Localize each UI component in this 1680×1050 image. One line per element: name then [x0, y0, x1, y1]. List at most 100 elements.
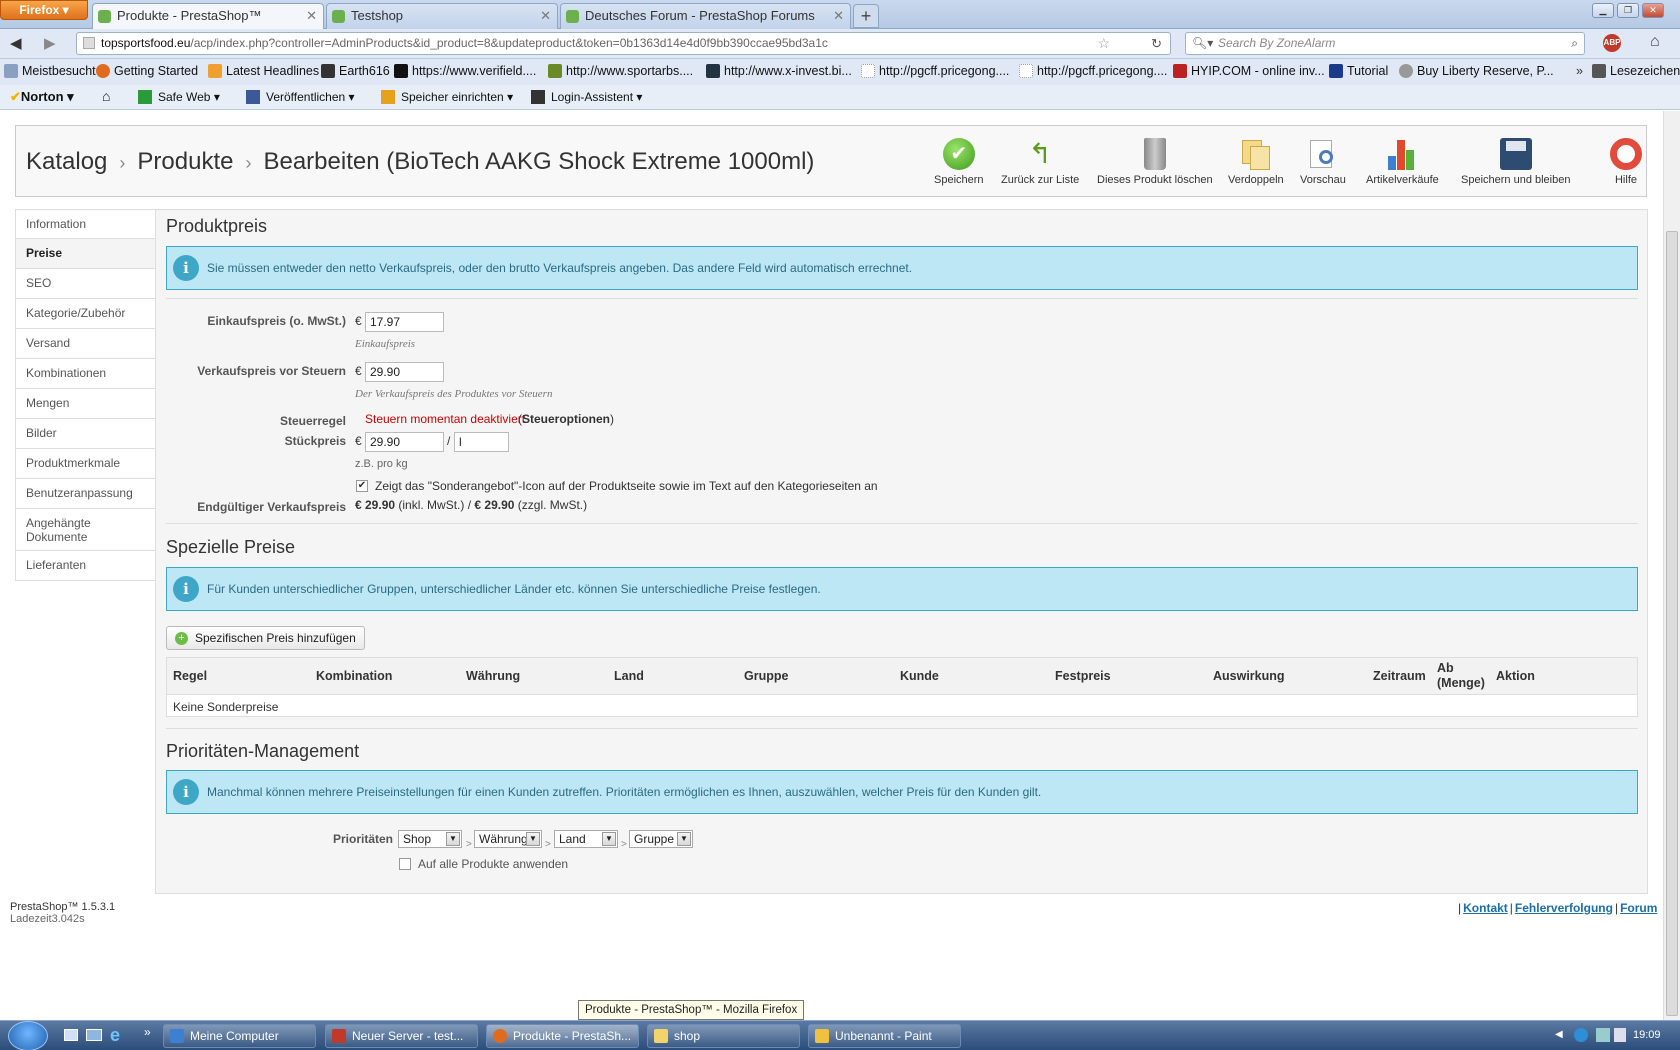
taskbar-item[interactable]: Meine Computer — [163, 1024, 316, 1048]
priority-select-4[interactable]: Gruppe ▼ — [629, 830, 693, 848]
reload-icon[interactable]: ↻ — [1151, 33, 1162, 54]
maximize-icon[interactable]: ❐ — [1617, 3, 1639, 18]
sales-stats-button[interactable]: Artikelverkäufe — [1366, 138, 1439, 186]
unit-input[interactable]: l — [454, 432, 509, 452]
forum-link[interactable]: Forum — [1620, 901, 1657, 915]
storage-menu[interactable]: Speicher einrichten ▾ — [381, 90, 513, 104]
nav-combinations[interactable]: Kombinationen — [15, 359, 156, 389]
home-icon[interactable]: ⌂ — [1650, 33, 1660, 51]
computer-icon[interactable] — [86, 1029, 102, 1041]
site-identity-icon[interactable] — [83, 37, 95, 49]
bookmark-item[interactable]: http://www.x-invest.bi... — [706, 64, 852, 78]
bookmark-item[interactable]: http://pgcff.pricegong.... — [1019, 64, 1167, 78]
bookmark-star-icon[interactable]: ☆ — [1097, 33, 1110, 54]
save-button[interactable]: ✔ Speichern — [934, 138, 984, 186]
search-input[interactable]: 🔍︎▾ Search By ZoneAlarm ⌕ — [1185, 32, 1585, 55]
tab-prestashop[interactable]: Produkte - PrestaShop™ ✕ — [92, 3, 324, 29]
adblock-icon[interactable]: ABP — [1603, 34, 1621, 52]
login-assistant-menu[interactable]: Login-Assistent ▾ — [531, 90, 642, 104]
add-specific-price-button[interactable]: + Spezifischen Preis hinzufügen — [166, 626, 365, 650]
contact-link[interactable]: Kontakt — [1463, 901, 1508, 915]
unit-price-input[interactable]: 29.90 — [365, 432, 444, 452]
bookmark-item[interactable]: Tutorial — [1329, 64, 1388, 78]
nav-suppliers[interactable]: Lieferanten — [15, 551, 156, 581]
delete-product-button[interactable]: Dieses Produkt löschen — [1097, 138, 1213, 186]
bookmark-item[interactable]: http://pgcff.pricegong.... — [861, 64, 1009, 78]
publish-menu[interactable]: Veröffentlichen ▾ — [246, 90, 355, 104]
nav-attachments[interactable]: Angehängte Dokumente — [15, 509, 156, 551]
url-bar[interactable]: topsportsfood.eu/acp/index.php?controlle… — [76, 32, 1171, 55]
help-button[interactable]: Hilfe — [1610, 138, 1642, 186]
forward-icon[interactable]: ▶ — [44, 34, 56, 52]
duplicate-button[interactable]: Verdoppeln — [1228, 138, 1284, 186]
taskbar-item[interactable]: Produkte - PrestaSh... — [486, 1024, 639, 1048]
nav-quantities[interactable]: Mengen — [15, 389, 156, 419]
nav-images[interactable]: Bilder — [15, 419, 156, 449]
tab-forum[interactable]: Deutsches Forum - PrestaShop Forums ✕ — [560, 3, 851, 29]
priority-select-1[interactable]: Shop ▼ — [398, 830, 462, 848]
close-tab-icon[interactable]: ✕ — [833, 4, 844, 28]
nav-prices[interactable]: Preise — [15, 239, 156, 269]
search-icon[interactable]: ⌕ — [1571, 33, 1578, 54]
taskbar-item[interactable]: shop — [647, 1024, 800, 1048]
nav-shipping[interactable]: Versand — [15, 329, 156, 359]
bookmark-item[interactable]: https://www.verifield.... — [394, 64, 536, 78]
nav-features[interactable]: Produktmerkmale — [15, 449, 156, 479]
nav-customization[interactable]: Benutzeranpassung — [15, 479, 156, 509]
bookmark-item[interactable]: Latest Headlines — [208, 64, 319, 78]
back-icon[interactable]: ◀ — [10, 34, 22, 52]
scrollbar-thumb[interactable] — [1666, 231, 1678, 1016]
breadcrumb-products[interactable]: Produkte — [137, 148, 233, 175]
home-icon[interactable]: ⌂ — [102, 88, 110, 104]
tray-icon[interactable] — [1574, 1028, 1588, 1042]
bookmark-item[interactable]: HYIP.COM - online inv... — [1173, 64, 1325, 78]
clock[interactable]: 19:09 — [1633, 1029, 1661, 1041]
search-engine-icon[interactable]: 🔍︎▾ — [1192, 33, 1213, 54]
priority-select-3[interactable]: Land ▼ — [554, 830, 618, 848]
breadcrumb-catalog[interactable]: Katalog — [26, 148, 107, 175]
taskbar-item[interactable]: Unbenannt - Paint — [808, 1024, 961, 1048]
new-tab-button[interactable]: + — [853, 4, 879, 28]
taskbar-item[interactable]: Neuer Server - test... — [325, 1024, 478, 1048]
quicklaunch-chevron-icon[interactable]: » — [144, 1025, 151, 1039]
back-to-list-button[interactable]: ↰ Zurück zur Liste — [1001, 138, 1079, 186]
on-sale-checkbox[interactable]: ✔ — [356, 480, 368, 492]
priority-select-2[interactable]: Währung ▼ — [474, 830, 542, 848]
start-button[interactable] — [8, 1021, 48, 1050]
minimize-icon[interactable]: ▁ — [1592, 3, 1614, 18]
bookmark-icon — [861, 64, 875, 78]
preview-button[interactable]: Vorschau — [1300, 138, 1346, 186]
norton-menu[interactable]: ✔Norton ▾ — [10, 89, 74, 105]
firefox-menu-button[interactable]: Firefox ▾ — [0, 0, 88, 20]
volume-icon[interactable] — [1614, 1028, 1626, 1042]
nav-category[interactable]: Kategorie/Zubehör — [15, 299, 156, 329]
bug-tracker-link[interactable]: Fehlerverfolgung — [1515, 901, 1613, 915]
bookmark-item[interactable]: Earth616 — [321, 64, 390, 78]
bookmark-item[interactable]: Getting Started — [96, 64, 198, 78]
safe-web-menu[interactable]: Safe Web ▾ — [138, 90, 220, 104]
close-window-icon[interactable]: ✕ — [1642, 3, 1664, 18]
nav-seo[interactable]: SEO — [15, 269, 156, 299]
tray-expand-icon[interactable]: ◀ — [1555, 1029, 1563, 1040]
overflow-chevron-icon[interactable]: » — [1576, 64, 1583, 78]
bookmark-item[interactable]: Buy Liberty Reserve, P... — [1399, 64, 1554, 78]
bookmark-item[interactable]: Meistbesucht — [4, 64, 96, 78]
bookmark-item[interactable]: http://www.sportarbs.... — [548, 64, 693, 78]
nav-information[interactable]: Information — [15, 209, 156, 239]
apply-all-checkbox[interactable] — [399, 858, 411, 870]
bookmarks-menu[interactable]: Lesezeichen — [1592, 64, 1680, 78]
show-desktop-icon[interactable] — [64, 1029, 78, 1041]
network-icon[interactable] — [1596, 1028, 1610, 1042]
page-scrollbar[interactable] — [1663, 111, 1680, 1020]
pretax-price-input[interactable]: 29.90 — [365, 362, 444, 382]
save-and-stay-button[interactable]: Speichern und bleiben — [1461, 138, 1570, 186]
close-tab-icon[interactable]: ✕ — [306, 4, 317, 28]
footer-links: | Kontakt | Fehlerverfolgung | Forum — [1458, 901, 1658, 915]
info-box-priority: i Manchmal können mehrere Preiseinstellun… — [166, 770, 1638, 814]
close-tab-icon[interactable]: ✕ — [540, 4, 551, 28]
wholesale-price-input[interactable]: 17.97 — [365, 312, 444, 332]
tax-options-link[interactable]: (Steueroptionen) — [518, 412, 614, 426]
trash-icon — [1143, 138, 1166, 170]
internet-explorer-icon[interactable]: e — [110, 1025, 120, 1046]
tab-testshop[interactable]: Testshop ✕ — [326, 3, 558, 29]
